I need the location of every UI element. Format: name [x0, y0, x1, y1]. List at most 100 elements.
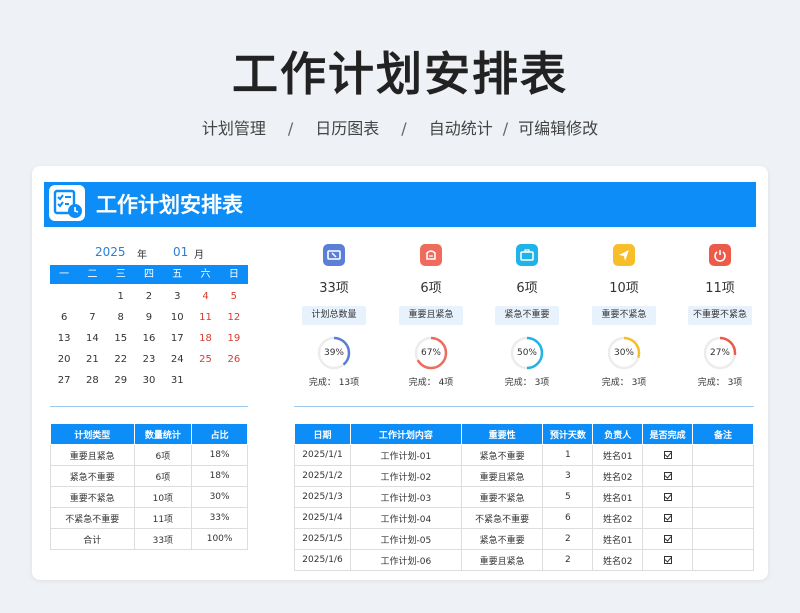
calendar-day[interactable]: 11: [191, 307, 219, 328]
table-cell[interactable]: 工作计划-01: [349, 444, 462, 466]
calendar-day[interactable]: 7: [78, 307, 106, 328]
completed-checkbox[interactable]: [642, 549, 694, 571]
table-cell[interactable]: 2025/1/5: [294, 528, 351, 550]
table-cell[interactable]: 姓名02: [592, 507, 644, 529]
table-cell[interactable]: 11项: [133, 507, 193, 529]
table-cell[interactable]: 33%: [191, 507, 248, 529]
progress-percent: 39%: [323, 348, 344, 358]
table-cell[interactable]: 重要不紧急: [460, 486, 544, 508]
calendar-day[interactable]: 29: [107, 370, 135, 391]
calendar-day[interactable]: 10: [163, 307, 191, 328]
table-cell[interactable]: 姓名02: [592, 549, 644, 571]
table-cell[interactable]: 紧急不重要: [460, 444, 544, 466]
table-cell[interactable]: 合计: [50, 528, 135, 550]
table-cell[interactable]: 工作计划-06: [349, 549, 462, 571]
table-cell[interactable]: 姓名01: [592, 528, 644, 550]
completed-checkbox[interactable]: [642, 486, 694, 508]
table-cell[interactable]: 2025/1/6: [294, 549, 351, 571]
calendar-day[interactable]: 14: [78, 328, 106, 349]
calendar-day[interactable]: 16: [135, 328, 163, 349]
table-cell[interactable]: 紧急不重要: [50, 465, 135, 487]
calendar-day[interactable]: 5: [220, 286, 248, 307]
table-cell[interactable]: 100%: [191, 528, 248, 550]
table-cell[interactable]: [692, 486, 754, 508]
table-cell[interactable]: 33项: [133, 528, 193, 550]
table-cell[interactable]: 姓名02: [592, 465, 644, 487]
calendar-month[interactable]: 01: [173, 245, 188, 259]
calendar-day[interactable]: 3: [163, 286, 191, 307]
calendar-day[interactable]: 13: [50, 328, 78, 349]
calendar-day[interactable]: 15: [107, 328, 135, 349]
calendar-day[interactable]: 25: [191, 349, 219, 370]
checkbox-checked-icon[interactable]: [663, 555, 672, 564]
calendar-day[interactable]: 26: [220, 349, 248, 370]
table-cell[interactable]: [692, 444, 754, 466]
checkbox-checked-icon[interactable]: [663, 471, 672, 480]
calendar-day[interactable]: 30: [135, 370, 163, 391]
table-cell[interactable]: 10项: [133, 486, 193, 508]
table-cell[interactable]: 紧急不重要: [460, 528, 544, 550]
table-cell[interactable]: 18%: [191, 465, 248, 487]
checkbox-checked-icon[interactable]: [663, 513, 672, 522]
table-cell[interactable]: 工作计划-05: [349, 528, 462, 550]
table-cell[interactable]: [692, 549, 754, 571]
completed-checkbox[interactable]: [642, 507, 694, 529]
calendar-day[interactable]: 28: [78, 370, 106, 391]
table-cell[interactable]: 2025/1/1: [294, 444, 351, 466]
table-cell[interactable]: 姓名01: [592, 444, 644, 466]
table-cell[interactable]: 重要且紧急: [50, 444, 135, 466]
calendar-day[interactable]: 9: [135, 307, 163, 328]
table-cell[interactable]: 30%: [191, 486, 248, 508]
table-cell[interactable]: 6项: [133, 444, 193, 466]
table-cell[interactable]: 2: [542, 549, 594, 571]
calendar-day[interactable]: 31: [163, 370, 191, 391]
calendar-day[interactable]: 22: [107, 349, 135, 370]
table-cell[interactable]: 工作计划-02: [349, 465, 462, 487]
table-cell[interactable]: 6项: [133, 465, 193, 487]
navigation-icon: [613, 244, 635, 266]
table-cell[interactable]: 2: [542, 528, 594, 550]
checkbox-checked-icon[interactable]: [663, 534, 672, 543]
calendar-day[interactable]: 1: [107, 286, 135, 307]
table-cell[interactable]: 6: [542, 507, 594, 529]
table-cell[interactable]: 2025/1/4: [294, 507, 351, 529]
progress-percent: 67%: [420, 348, 441, 358]
summary-column-header: 计划类型: [50, 423, 135, 445]
table-cell[interactable]: 重要且紧急: [460, 549, 544, 571]
table-cell[interactable]: 工作计划-03: [349, 486, 462, 508]
table-cell[interactable]: 不紧急不重要: [50, 507, 135, 529]
calendar-day[interactable]: 27: [50, 370, 78, 391]
calendar-day[interactable]: 8: [107, 307, 135, 328]
table-cell[interactable]: 3: [542, 465, 594, 487]
table-cell[interactable]: 2025/1/3: [294, 486, 351, 508]
calendar-day[interactable]: 2: [135, 286, 163, 307]
checkbox-checked-icon[interactable]: [663, 450, 672, 459]
table-cell[interactable]: 重要不紧急: [50, 486, 135, 508]
table-cell[interactable]: 工作计划-04: [349, 507, 462, 529]
table-cell[interactable]: [692, 465, 754, 487]
table-cell[interactable]: 18%: [191, 444, 248, 466]
table-cell[interactable]: 1: [542, 444, 594, 466]
completed-checkbox[interactable]: [642, 465, 694, 487]
calendar-day[interactable]: 19: [220, 328, 248, 349]
table-cell[interactable]: 5: [542, 486, 594, 508]
table-cell[interactable]: [692, 528, 754, 550]
calendar-day[interactable]: 21: [78, 349, 106, 370]
checkbox-checked-icon[interactable]: [663, 492, 672, 501]
calendar-day[interactable]: 24: [163, 349, 191, 370]
table-cell[interactable]: 2025/1/2: [294, 465, 351, 487]
calendar-day[interactable]: 12: [220, 307, 248, 328]
calendar-day[interactable]: 23: [135, 349, 163, 370]
calendar-day[interactable]: 20: [50, 349, 78, 370]
table-cell[interactable]: [692, 507, 754, 529]
calendar-day[interactable]: 6: [50, 307, 78, 328]
calendar-day[interactable]: 17: [163, 328, 191, 349]
table-cell[interactable]: 不紧急不重要: [460, 507, 544, 529]
table-cell[interactable]: 重要且紧急: [460, 465, 544, 487]
calendar-year[interactable]: 2025: [95, 245, 126, 259]
completed-checkbox[interactable]: [642, 528, 694, 550]
table-cell[interactable]: 姓名01: [592, 486, 644, 508]
calendar-day[interactable]: 4: [191, 286, 219, 307]
calendar-day[interactable]: 18: [191, 328, 219, 349]
completed-checkbox[interactable]: [642, 444, 694, 466]
